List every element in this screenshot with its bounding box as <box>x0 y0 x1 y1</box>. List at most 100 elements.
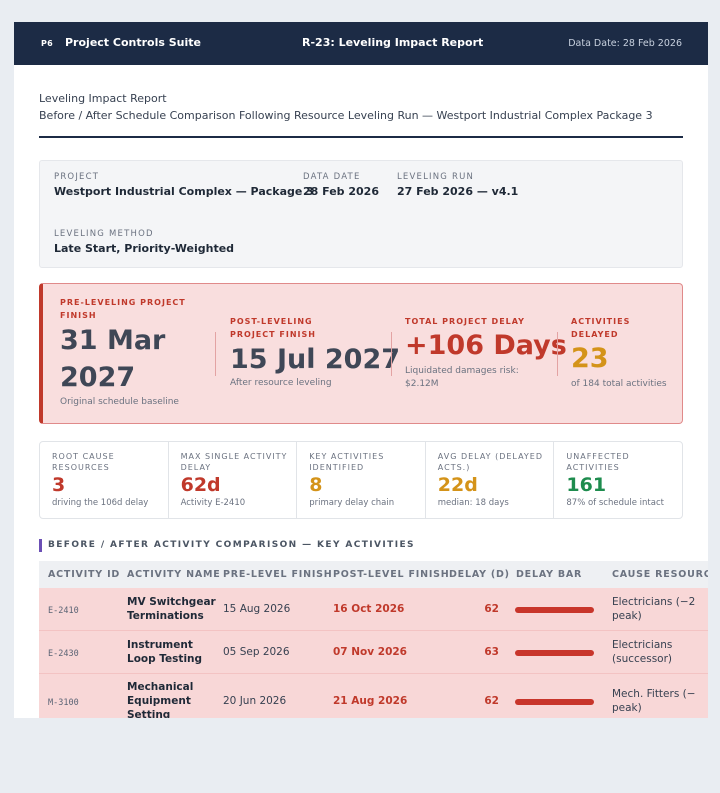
kpi-sub: median: 18 days <box>437 498 509 508</box>
cause-resource: peak) <box>612 702 642 714</box>
leveling-method-label: Leveling Method <box>54 229 154 239</box>
cause-resource: Electricians (−2 <box>612 596 696 608</box>
page-title: Leveling Impact Report <box>39 92 167 105</box>
project-value: Westport Industrial Complex — Package 3 <box>54 185 314 198</box>
kpi-sub: primary delay chain <box>309 498 395 508</box>
post-level-finish: 21 Aug 2026 <box>333 695 408 707</box>
col-delay-bar[interactable]: Delay Bar <box>516 569 582 580</box>
leveling-method-value: Late Start, Priority-Weighted <box>54 242 235 255</box>
kpi-label: Key Activities Identified <box>309 452 385 472</box>
delay-days: 63 <box>484 646 499 658</box>
cause-resource: peak) <box>612 610 642 622</box>
col-cause-resource[interactable]: Cause Resource <box>612 569 708 580</box>
kpi-sub: Activity E-2410 <box>180 498 246 508</box>
title-block: Leveling Impact Report Before / After Sc… <box>39 65 683 138</box>
header-data-date: Data Date: 28 Feb 2026 <box>568 38 682 49</box>
pre-leveling-sub: Original schedule baseline <box>60 397 179 407</box>
kpi-avg-delay: Avg Delay (Delayed Acts.) 22d median: 18… <box>426 442 555 518</box>
post-leveling-finish: 15 Jul 2027 <box>230 344 401 375</box>
kpi-label: Root Cause Resources <box>52 452 115 472</box>
pre-leveling-finish-line1: 31 Mar <box>60 325 166 356</box>
divider <box>557 332 558 376</box>
delay-bar <box>515 699 594 705</box>
section-accent-bar <box>39 538 42 552</box>
pre-leveling-finish-line2: 2027 <box>60 362 136 393</box>
table-row[interactable]: M-3100 Mechanical Equipment Setting 20 J… <box>39 674 708 718</box>
total-delay-label: Total Project Delay <box>405 317 525 326</box>
col-pre-level-finish[interactable]: Pre-Level Finish <box>223 569 333 580</box>
table-row[interactable]: E-2430 Instrument Loop Testing 05 Sep 20… <box>39 631 708 674</box>
activity-id: M-3100 <box>48 698 79 708</box>
activity-id: E-2430 <box>48 649 79 659</box>
total-delay-value: +106 Days <box>405 330 567 361</box>
activity-name: Terminations <box>127 610 204 622</box>
kpi-label: Avg Delay (Delayed Acts.) <box>437 452 544 472</box>
delay-bar <box>515 650 594 656</box>
post-leveling-label: Post-Leveling Project Finish <box>230 317 316 339</box>
col-activity-name[interactable]: Activity Name <box>127 569 221 580</box>
kpi-sub: driving the 106d delay <box>52 498 149 508</box>
cause-resource: Mech. Fitters (− <box>612 688 696 700</box>
kpi-label: Max Single Activity Delay <box>180 452 288 472</box>
kpi-value: 22d <box>437 474 478 496</box>
kpi-sub: 87% of schedule intact <box>566 498 664 508</box>
kpi-value: 62d <box>180 474 221 496</box>
kpi-root-cause-resources: Root Cause Resources 3 driving the 106d … <box>40 442 169 518</box>
activities-delayed-label: Activities Delayed <box>571 317 631 339</box>
kpi-strip: Root Cause Resources 3 driving the 106d … <box>39 441 683 519</box>
cause-resource: (successor) <box>612 653 673 665</box>
activity-name: Equipment <box>127 695 191 707</box>
activity-name: Instrument <box>127 639 193 651</box>
col-delay[interactable]: Delay (d) <box>449 569 510 580</box>
data-date-value: 28 Feb 2026 <box>303 185 379 198</box>
ld-risk-label: Liquidated damages risk: <box>405 366 519 376</box>
kpi-max-single-delay: Max Single Activity Delay 62d Activity E… <box>169 442 298 518</box>
delay-days: 62 <box>484 603 499 615</box>
post-level-finish: 16 Oct 2026 <box>333 603 405 615</box>
kpi-unaffected-activities: Unaffected Activities 161 87% of schedul… <box>554 442 682 518</box>
ld-risk-value: $2.12M <box>405 379 439 389</box>
app-name: Project Controls Suite <box>65 36 201 49</box>
p6-logo-icon: P6 <box>41 39 53 48</box>
kpi-key-activities: Key Activities Identified 8 primary dela… <box>297 442 426 518</box>
pre-leveling-label: Pre-Leveling Project Finish <box>60 298 186 320</box>
kpi-value: 161 <box>566 474 607 496</box>
kpi-value: 8 <box>309 474 323 496</box>
leveling-run-label: Leveling Run <box>397 172 475 182</box>
pre-level-finish: 15 Aug 2026 <box>223 603 291 615</box>
project-label: Project <box>54 172 100 182</box>
divider <box>215 332 216 376</box>
report-title: R-23: Leveling Impact Report <box>302 36 484 49</box>
report-content: Leveling Impact Report Before / After Sc… <box>39 65 708 718</box>
activity-name: Setting <box>127 709 171 718</box>
kpi-label: Unaffected Activities <box>566 452 630 472</box>
activity-comparison-table: Activity ID Activity Name Pre-Level Fini… <box>39 561 708 718</box>
col-activity-id[interactable]: Activity ID <box>48 569 120 580</box>
project-meta-panel: Project Westport Industrial Complex — Pa… <box>39 160 683 268</box>
activities-delayed-value: 23 <box>571 343 609 374</box>
activities-delayed-sub: of 184 total activities <box>571 379 667 389</box>
page-subtitle: Before / After Schedule Comparison Follo… <box>39 109 653 122</box>
post-leveling-sub: After resource leveling <box>230 378 332 388</box>
leveling-run-value: 27 Feb 2026 — v4.1 <box>397 185 519 198</box>
kpi-value: 3 <box>52 474 66 496</box>
table-header: Activity ID Activity Name Pre-Level Fini… <box>39 561 708 588</box>
pre-level-finish: 20 Jun 2026 <box>223 695 287 707</box>
activity-id: E-2410 <box>48 606 79 616</box>
delay-bar <box>515 607 594 613</box>
section-title: BEFORE / AFTER ACTIVITY COMPARISON — KEY… <box>48 540 415 550</box>
divider <box>391 332 392 376</box>
impact-summary-panel: Pre-Leveling Project Finish 31 Mar 2027 … <box>39 283 683 424</box>
app-header: P6 Project Controls Suite R-23: Leveling… <box>14 22 708 65</box>
delay-days: 62 <box>484 695 499 707</box>
col-post-level-finish[interactable]: Post-Level Finish <box>333 569 450 580</box>
activity-name: MV Switchgear <box>127 596 216 608</box>
pre-level-finish: 05 Sep 2026 <box>223 646 290 658</box>
activity-name: Mechanical <box>127 681 194 693</box>
table-row[interactable]: E-2410 MV Switchgear Terminations 15 Aug… <box>39 588 708 631</box>
cause-resource: Electricians <box>612 639 673 651</box>
activity-name: Loop Testing <box>127 653 203 665</box>
post-level-finish: 07 Nov 2026 <box>333 646 407 658</box>
section-header: BEFORE / AFTER ACTIVITY COMPARISON — KEY… <box>39 538 683 552</box>
report-window: P6 Project Controls Suite R-23: Leveling… <box>14 22 708 718</box>
